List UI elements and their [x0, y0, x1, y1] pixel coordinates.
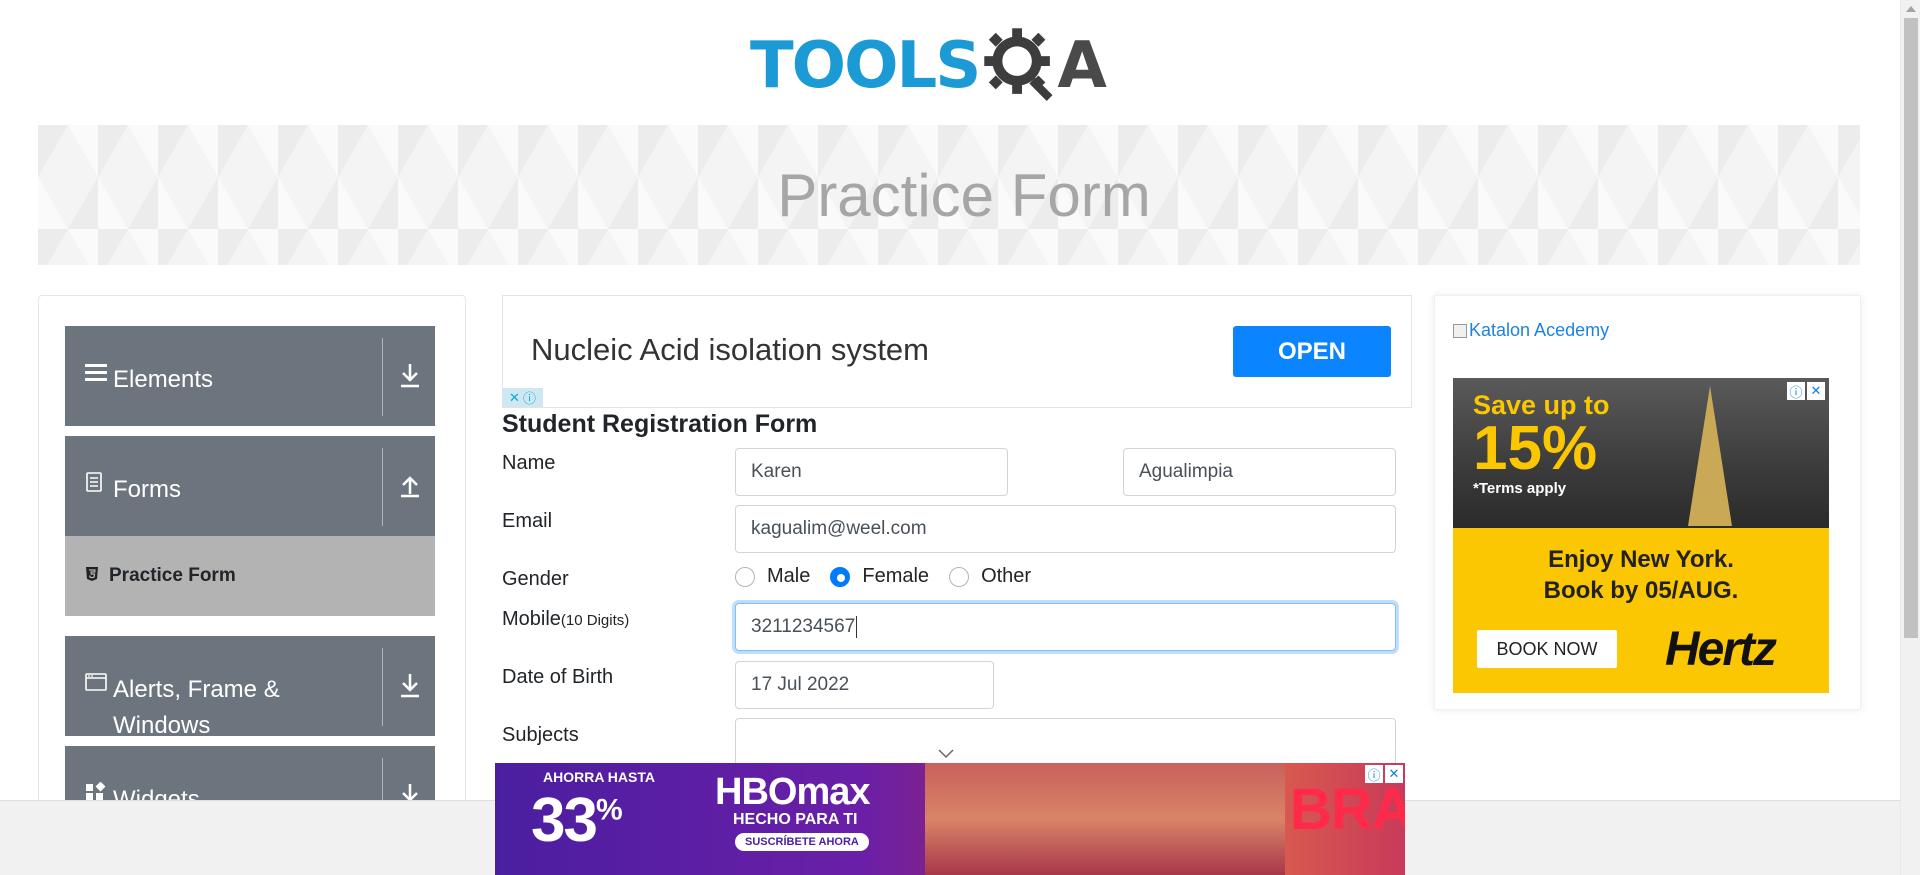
- gender-female-radio[interactable]: [830, 566, 851, 587]
- gender-male-label: Male: [767, 565, 811, 587]
- mobile-value: 3211234567: [751, 616, 856, 637]
- page-title: Practice Form: [777, 161, 1151, 229]
- left-sidebar: Elements Forms Practice Form Alerts, Fra…: [38, 295, 466, 875]
- ad-headline-line1: Enjoy New York.: [1548, 546, 1734, 573]
- sidebar-group-label: Forms: [113, 476, 181, 503]
- ad-percent: 33%: [531, 785, 623, 856]
- mobile-input[interactable]: 3211234567: [735, 603, 1396, 651]
- download-icon: [401, 364, 419, 388]
- download-icon: [401, 674, 419, 698]
- sidebar-item-practice-form[interactable]: Practice Form: [65, 536, 435, 616]
- ad-ahorra-text: AHORRA HASTA: [543, 769, 655, 785]
- upload-icon: [401, 476, 419, 498]
- ad-open-button[interactable]: OPEN: [1233, 326, 1391, 377]
- book-now-button[interactable]: BOOK NOW: [1477, 630, 1617, 668]
- ad-percent: 15%: [1473, 414, 1598, 483]
- divider: [382, 338, 383, 416]
- ad-choices[interactable]: ✕ ⓘ: [502, 388, 543, 407]
- gender-female-label: Female: [862, 565, 930, 587]
- close-icon[interactable]: ✕: [1807, 382, 1825, 400]
- katalon-academy-link[interactable]: Katalon Acedemy: [1453, 320, 1609, 341]
- mobile-hint: (10 Digits): [560, 612, 630, 629]
- window-icon: [85, 672, 109, 698]
- gender-other-radio[interactable]: [949, 566, 970, 587]
- ad-headline: Enjoy New York. Book by 05/AUG.: [1453, 544, 1829, 606]
- mobile-label: Mobile(10 Digits): [502, 608, 629, 631]
- subjects-label: Subjects: [502, 724, 579, 746]
- ad-banner-top[interactable]: Nucleic Acid isolation system OPEN: [502, 295, 1412, 408]
- last-name-value: Agualimpia: [1139, 461, 1233, 482]
- email-value: kagualim@weel.com: [751, 518, 927, 539]
- sidebar-group-label: Alerts, Frame & Windows: [113, 676, 280, 739]
- hbomax-ad[interactable]: AHORRA HASTA 33% HBOmax HECHO PARA TI SU…: [495, 763, 1405, 875]
- page-banner: Practice Form: [38, 125, 1860, 265]
- ad-choices: ⓘ ✕: [1787, 382, 1825, 400]
- ad-terms: *Terms apply: [1473, 480, 1567, 497]
- info-icon[interactable]: ⓘ: [1787, 382, 1805, 400]
- form-title: Student Registration Form: [502, 410, 818, 438]
- page: TOOLS A Practice Form Elements Forms Pra…: [0, 0, 1920, 875]
- gender-male-option[interactable]: Male: [735, 565, 810, 588]
- gender-other-option[interactable]: Other: [949, 565, 1031, 588]
- right-ad-panel: Katalon Acedemy Save up to 15% *Terms ap…: [1434, 295, 1861, 710]
- ad-choices: ⓘ ✕: [1365, 765, 1403, 783]
- gender-female-option[interactable]: Female: [830, 565, 929, 588]
- divider: [382, 448, 383, 526]
- building-icon: [1688, 386, 1732, 526]
- info-icon[interactable]: ⓘ: [523, 388, 536, 407]
- katalon-alt-text: Katalon Acedemy: [1469, 320, 1610, 340]
- last-name-input[interactable]: Agualimpia: [1123, 448, 1396, 496]
- sidebar-item-label: Practice Form: [109, 565, 236, 586]
- ad-headline-line2: Book by 05/AUG.: [1543, 577, 1739, 604]
- html5-icon: [85, 566, 107, 587]
- logo-text-end: A: [1057, 28, 1107, 103]
- ad-percent-sign: %: [595, 793, 623, 827]
- gender-radio-group: Male Female Other: [735, 565, 1051, 588]
- ad-tagline: HECHO PARA TI: [733, 811, 858, 828]
- first-name-input[interactable]: Karen: [735, 448, 1008, 496]
- toolsqa-logo[interactable]: TOOLS A: [750, 18, 1107, 113]
- sidebar-group-forms[interactable]: Forms: [65, 436, 435, 536]
- gear-magnifier-icon: [984, 27, 1053, 101]
- gender-other-label: Other: [981, 565, 1032, 587]
- document-icon: [85, 472, 109, 498]
- vertical-scrollbar[interactable]: [1900, 0, 1920, 875]
- info-icon[interactable]: ⓘ: [1365, 765, 1383, 783]
- email-input[interactable]: kagualim@weel.com: [735, 505, 1396, 553]
- close-icon[interactable]: ✕: [1385, 765, 1403, 783]
- sidebar-group-alerts[interactable]: Alerts, Frame & Windows: [65, 636, 435, 739]
- show-title: BRAVAS: [1290, 777, 1405, 842]
- mobile-label-text: Mobile: [502, 608, 561, 630]
- first-name-value: Karen: [751, 461, 802, 482]
- ad-percent-value: 33: [531, 786, 598, 855]
- hertz-ad[interactable]: Save up to 15% *Terms apply Enjoy New Yo…: [1453, 378, 1829, 693]
- date-of-birth-input[interactable]: 17 Jul 2022: [735, 661, 994, 709]
- logo-text: TOOLS: [750, 28, 981, 103]
- email-label: Email: [502, 510, 553, 532]
- text-cursor: [856, 616, 858, 638]
- subjects-input[interactable]: [735, 718, 1396, 766]
- subscribe-button[interactable]: SUSCRÍBETE AHORA: [735, 833, 869, 851]
- gender-male-radio[interactable]: [735, 566, 755, 587]
- menu-icon: [85, 362, 109, 388]
- scrollbar-thumb[interactable]: [1904, 18, 1918, 638]
- broken-image-icon: [1453, 324, 1467, 338]
- close-icon[interactable]: ✕: [509, 390, 520, 406]
- scroll-up-arrow-icon[interactable]: [1906, 6, 1916, 12]
- dob-label: Date of Birth: [502, 666, 614, 688]
- ad-text: Nucleic Acid isolation system: [531, 332, 929, 367]
- name-label: Name: [502, 452, 556, 474]
- dob-value: 17 Jul 2022: [751, 674, 850, 695]
- divider: [382, 648, 383, 726]
- hbomax-logo: HBOmax: [715, 771, 870, 813]
- sidebar-group-label: Elements: [113, 366, 214, 393]
- hertz-logo: Hertz: [1665, 623, 1777, 676]
- sidebar-group-elements[interactable]: Elements: [65, 326, 435, 426]
- gender-label: Gender: [502, 568, 569, 590]
- chevron-down-icon: [938, 749, 954, 759]
- ad-photo-team: [925, 763, 1285, 875]
